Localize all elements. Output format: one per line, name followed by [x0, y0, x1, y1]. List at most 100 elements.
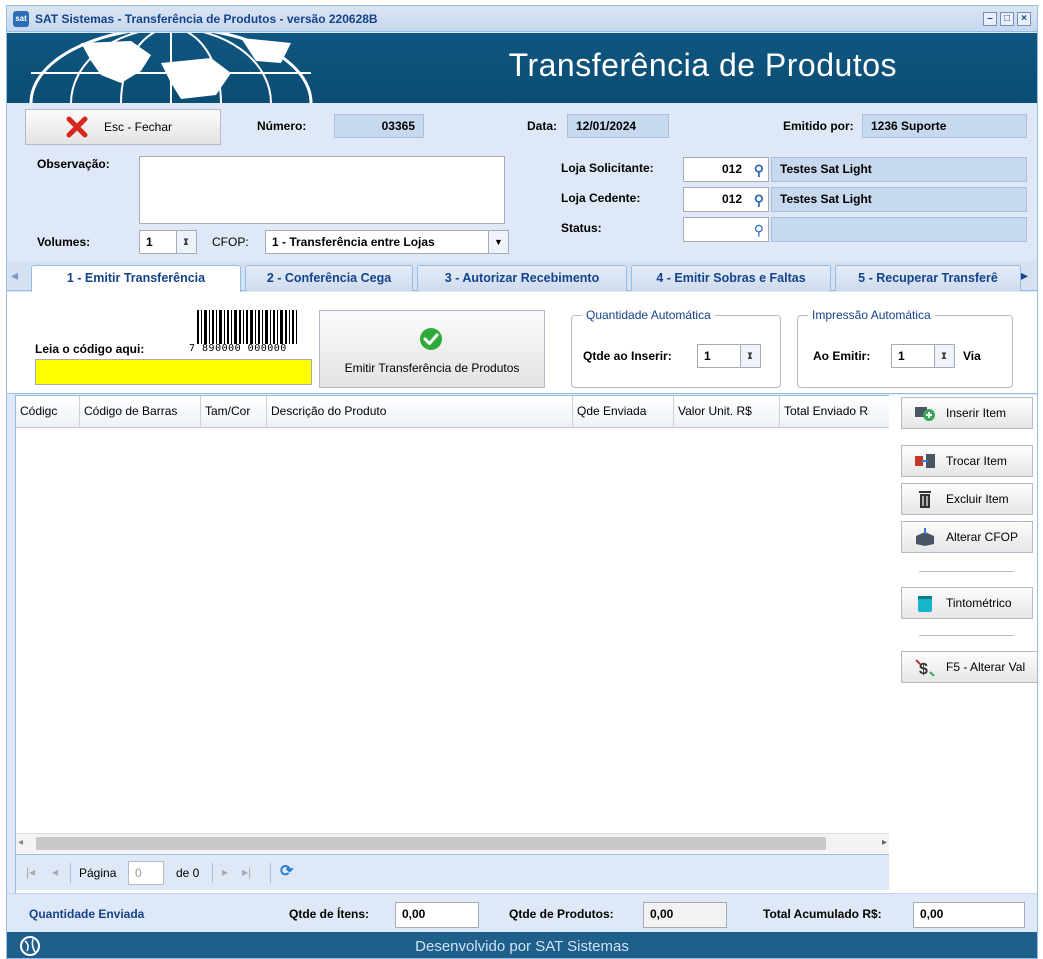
next-page-icon[interactable]: ▸	[222, 865, 228, 879]
page-input[interactable]: 0	[128, 861, 164, 885]
tab-conferencia[interactable]: 2 - Conferência Cega	[245, 265, 413, 291]
tab-recuperar[interactable]: 5 - Recuperar Transferê	[835, 265, 1021, 291]
close-window-button[interactable]: ×	[1017, 12, 1031, 26]
barcode-label: Leia o código aqui:	[35, 342, 145, 356]
pager-divider	[70, 863, 71, 883]
qtde-itens-field: 0,00	[395, 902, 479, 928]
qtde-produtos-field: 0,00	[643, 902, 727, 928]
numero-field: 03365	[334, 114, 424, 138]
scroll-right-icon[interactable]: ▸	[882, 837, 887, 848]
col-tam-cor[interactable]: Tam/Cor	[201, 396, 267, 428]
horizontal-scrollbar[interactable]: ◂ ▸	[16, 833, 896, 853]
col-qde-enviada[interactable]: Qde Enviada	[573, 396, 674, 428]
qtd-inserir-value: 1	[704, 349, 711, 363]
impressao-legend: Impressão Automática	[812, 308, 931, 322]
volumes-value: 1	[146, 235, 153, 249]
close-button[interactable]: Esc - Fechar	[25, 109, 221, 145]
change-cfop-button[interactable]: Alterar CFOP	[901, 521, 1033, 553]
barcode-input[interactable]	[35, 359, 312, 385]
status-code[interactable]: ⚲	[683, 217, 769, 242]
tab-strip: ◂ 1 - Emitir Transferência 2 - Conferênc…	[7, 261, 1037, 292]
loja-solicitante-code[interactable]: 012 ⚲	[683, 157, 769, 182]
tab-autorizar[interactable]: 3 - Autorizar Recebimento	[417, 265, 627, 291]
tab-scroll-left-icon[interactable]: ◂	[11, 267, 27, 287]
developed-by-text: Desenvolvido por SAT Sistemas	[415, 938, 629, 955]
close-button-label: Esc - Fechar	[103, 120, 172, 134]
delete-item-button[interactable]: Excluir Item	[901, 483, 1033, 515]
emit-transfer-button[interactable]: Emitir Transferência de Produtos	[319, 310, 545, 388]
col-valor-unit[interactable]: Valor Unit. R$	[674, 396, 780, 428]
cfop-label: CFOP:	[212, 235, 249, 249]
refresh-icon[interactable]: ⟳	[280, 861, 293, 881]
add-item-icon	[915, 407, 935, 421]
data-field: 12/01/2024	[567, 114, 669, 138]
delete-item-label: Excluir Item	[946, 492, 1009, 506]
trash-icon	[919, 491, 931, 508]
volumes-spin-icon[interactable]	[176, 230, 196, 254]
swap-icon	[915, 454, 935, 468]
globe-icon	[29, 33, 313, 103]
ao-emitir-label: Ao Emitir:	[813, 349, 871, 363]
maximize-button[interactable]: □	[1000, 12, 1014, 26]
qtde-itens-label: Qtde de Ítens:	[289, 907, 370, 921]
chevron-down-icon[interactable]: ▼	[488, 231, 508, 253]
bottom-bar: Desenvolvido por SAT Sistemas	[7, 932, 1037, 958]
col-codigo-barras[interactable]: Código de Barras	[80, 396, 201, 428]
dollar-change-icon: $	[915, 659, 935, 676]
scroll-left-icon[interactable]: ◂	[18, 837, 23, 848]
loja-cedente-name: Testes Sat Light	[771, 187, 1027, 212]
green-check-icon	[420, 328, 442, 350]
swap-item-button[interactable]: Trocar Item	[901, 445, 1033, 477]
pager-divider	[270, 863, 271, 883]
last-page-icon[interactable]: ▸|	[242, 865, 251, 879]
tintometrico-button[interactable]: Tintométrico	[901, 587, 1033, 619]
total-field: 0,00	[913, 902, 1025, 928]
first-page-icon[interactable]: |◂	[26, 865, 35, 879]
minimize-button[interactable]: –	[983, 12, 997, 26]
swap-item-label: Trocar Item	[946, 454, 1007, 468]
volumes-label: Volumes:	[37, 235, 91, 249]
red-x-icon	[66, 116, 88, 138]
qtd-spin-icon[interactable]	[740, 344, 760, 368]
loja-solicitante-label: Loja Solicitante:	[561, 161, 654, 175]
page-label: Página	[79, 866, 117, 880]
qtd-inserir-stepper[interactable]: 1	[697, 344, 761, 368]
ao-emitir-value: 1	[898, 349, 905, 363]
pager-divider	[212, 863, 213, 883]
via-spin-icon[interactable]	[934, 344, 954, 368]
page-of-label: de 0	[176, 866, 200, 880]
loja-cedente-label: Loja Cedente:	[561, 191, 641, 205]
search-icon[interactable]: ⚲	[754, 189, 764, 211]
change-cfop-label: Alterar CFOP	[946, 530, 1019, 544]
observacao-textarea[interactable]	[139, 156, 505, 224]
insert-item-button[interactable]: Inserir Item	[901, 397, 1033, 429]
status-label: Status:	[561, 221, 602, 235]
change-value-button[interactable]: $ F5 - Alterar Val	[901, 651, 1037, 683]
search-icon[interactable]: ⚲	[754, 219, 764, 241]
quantidade-enviada-label: Quantidade Enviada	[29, 907, 145, 921]
tintometrico-label: Tintométrico	[946, 596, 1012, 610]
tab-sobras-faltas[interactable]: 4 - Emitir Sobras e Faltas	[631, 265, 831, 291]
volumes-stepper[interactable]: 1	[139, 230, 197, 254]
col-total-enviado[interactable]: Total Enviado R	[780, 396, 896, 428]
search-icon[interactable]: ⚲	[754, 159, 764, 181]
qtd-auto-legend: Quantidade Automática	[586, 308, 711, 322]
prev-page-icon[interactable]: ◂	[52, 865, 58, 879]
pager-bar: |◂ ◂ Página 0 de 0 ▸ ▸| ⟳	[16, 854, 896, 890]
tab-emitir[interactable]: 1 - Emitir Transferência	[31, 265, 241, 292]
insert-item-label: Inserir Item	[946, 406, 1007, 420]
col-descricao[interactable]: Descrição do Produto	[267, 396, 573, 428]
scrollbar-thumb[interactable]	[36, 837, 826, 850]
loja-solicitante-code-value: 012	[721, 162, 742, 176]
loja-cedente-code[interactable]: 012 ⚲	[683, 187, 769, 212]
sidebar-divider	[919, 571, 1014, 572]
status-name	[771, 217, 1027, 242]
tab-scroll-right-icon[interactable]: ▸	[1021, 267, 1037, 287]
sidebar-divider	[919, 635, 1014, 636]
total-label: Total Acumulado R$:	[763, 907, 882, 921]
via-label: Via	[963, 349, 981, 363]
ao-emitir-stepper[interactable]: 1	[891, 344, 955, 368]
cfop-select[interactable]: 1 - Transferência entre Lojas ▼	[265, 230, 509, 254]
col-codigo[interactable]: Códigc	[16, 396, 80, 428]
action-sidebar: Inserir Item Trocar Item Excluir Item Al…	[889, 395, 1037, 925]
